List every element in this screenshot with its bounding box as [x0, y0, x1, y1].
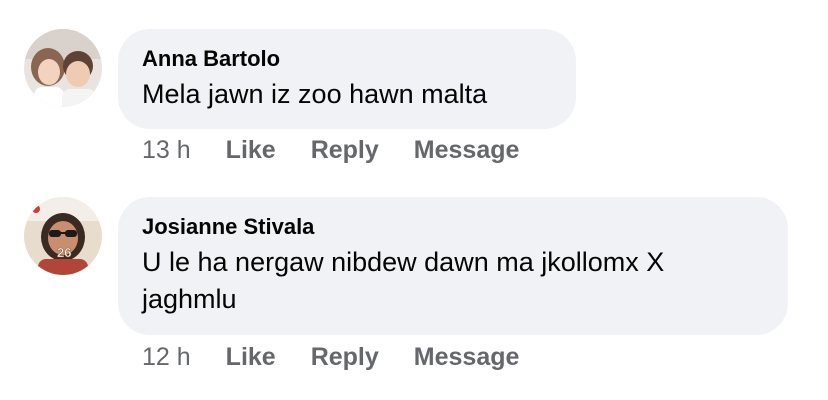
avatar[interactable]: 26: [24, 197, 102, 275]
comment-timestamp[interactable]: 13 h: [142, 136, 191, 165]
comment-author[interactable]: Josianne Stivala: [142, 213, 764, 241]
message-button[interactable]: Message: [414, 136, 520, 165]
comment-bubble: Anna Bartolo Mela jawn iz zoo hawn malta: [118, 29, 576, 129]
comment-actions: 13 h Like Reply Message: [142, 135, 554, 165]
comment-author[interactable]: Anna Bartolo: [142, 45, 552, 73]
svg-text:26: 26: [57, 245, 71, 260]
reply-button[interactable]: Reply: [311, 136, 379, 165]
woman-sunglasses-photo-icon: 26: [24, 197, 102, 275]
comment-timestamp[interactable]: 12 h: [142, 343, 191, 372]
comment-actions: 12 h Like Reply Message: [142, 342, 554, 372]
comment-text: U le ha nergaw nibdew dawn ma jkollomx X…: [142, 247, 665, 314]
like-button[interactable]: Like: [226, 343, 276, 372]
reply-button[interactable]: Reply: [311, 343, 379, 372]
comments-section: Anna Bartolo Mela jawn iz zoo hawn malta…: [0, 0, 828, 400]
two-children-photo-icon: [24, 29, 102, 107]
comment-bubble: Josianne Stivala U le ha nergaw nibdew d…: [118, 197, 788, 335]
message-button[interactable]: Message: [414, 343, 520, 372]
avatar[interactable]: [24, 29, 102, 107]
like-button[interactable]: Like: [226, 136, 276, 165]
comment-text: Mela jawn iz zoo hawn malta: [142, 79, 488, 109]
